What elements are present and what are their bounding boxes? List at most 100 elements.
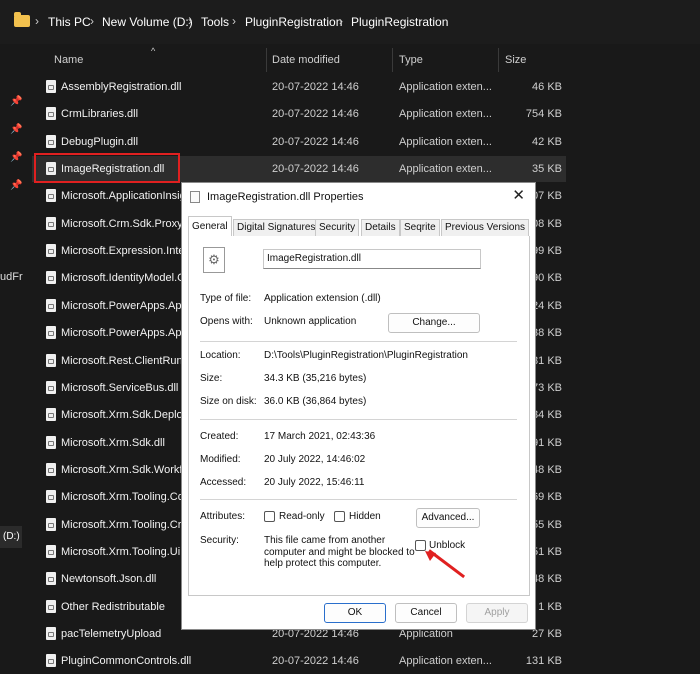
advanced-button[interactable]: Advanced... [416,508,480,528]
file-icon [46,271,56,285]
file-size: 42 KB [532,135,562,148]
nav-item-partial[interactable]: udFr [0,271,23,283]
column-date-modified[interactable]: Date modified [272,54,340,66]
file-icon [46,80,56,93]
type-of-file-label: Type of file: [200,293,252,304]
hidden-checkbox[interactable] [334,511,345,522]
file-icon [46,572,56,586]
apply-button[interactable]: Apply [466,603,528,623]
file-size: 48 KB [532,463,562,476]
file-row[interactable]: PluginCommonControls.dll 20-07-2022 14:46… [32,648,566,674]
file-name: CrmLibraries.dll [61,108,139,121]
filename-input[interactable]: ImageRegistration.dll [263,249,481,269]
opens-with-value: Unknown application [264,316,357,327]
file-name: Microsoft.Rest.ClientRunt [61,354,186,367]
file-icon [46,380,56,394]
read-only-checkbox[interactable] [264,511,275,522]
security-message-line-2: computer and might be blocked to [264,547,415,558]
modified-value: 20 July 2022, 14:46:02 [264,454,366,465]
file-size: 131 KB [525,655,562,668]
dialog-title: ImageRegistration.dll Properties [207,191,364,203]
annotation-highlight-box [34,153,180,183]
file-size: 46 KB [532,81,562,93]
chevron-right-icon: › [339,14,343,28]
tab-digital-signatures[interactable]: Digital Signatures [233,219,320,236]
file-date-modified: 20-07-2022 14:46 [272,655,359,668]
file-row[interactable]: DebugPlugin.dll 20-07-2022 14:46 Applicati… [32,129,566,155]
breadcrumb-this-pc[interactable]: This PC [48,15,91,29]
read-only-label[interactable]: Read-only [279,511,325,522]
column-divider[interactable] [266,48,267,72]
file-icon [46,490,56,504]
folder-icon [14,12,30,27]
file-icon [46,353,56,367]
column-type[interactable]: Type [399,54,423,66]
file-name: Microsoft.PowerApps.App [61,299,188,312]
location-label: Location: [200,350,241,361]
file-icon [46,627,56,640]
opens-with-label: Opens with: [200,316,253,327]
column-header-row: Name ^ Date modified Type Size [30,46,700,74]
tab-previous-versions[interactable]: Previous Versions [441,219,530,236]
tab-security[interactable]: Security [315,219,360,236]
column-divider[interactable] [498,48,499,72]
size-on-disk-label: Size on disk: [200,396,257,407]
file-icon [46,654,56,668]
file-name: PluginCommonControls.dll [61,655,192,668]
file-type: Application exten... [399,81,492,93]
file-size: 38 KB [532,327,562,340]
file-icon [46,408,56,422]
file-icon [46,326,56,340]
security-label: Security: [200,535,239,546]
column-size[interactable]: Size [505,54,526,66]
ok-button[interactable]: OK [324,603,386,623]
tab-general[interactable]: General [188,216,232,237]
breadcrumb-tools[interactable]: Tools [201,15,229,29]
file-name: Microsoft.ServiceBus.dll [61,381,179,394]
file-name: Microsoft.Xrm.Sdk.dll [61,436,165,449]
created-value: 17 March 2021, 02:43:36 [264,431,376,442]
file-size: 51 KB [532,545,562,558]
file-row[interactable]: AssemblyRegistration.dll 20-07-2022 14:46… [32,74,566,100]
size-on-disk-value: 36.0 KB (36,864 bytes) [264,396,367,407]
security-message-line-3: help protect this computer. [264,558,382,569]
column-name[interactable]: Name [54,54,83,66]
file-date-modified: 20-07-2022 14:46 [272,81,359,93]
address-bar[interactable]: › This PC › New Volume (D:) › Tools › Pl… [0,0,700,44]
file-type: Application exten... [399,108,492,121]
file-size: 754 KB [525,108,562,121]
unblock-label[interactable]: Unblock [429,540,465,551]
file-size: 24 KB [532,299,562,312]
tab-details[interactable]: Details [361,219,400,236]
file-size: 84 KB [532,409,562,422]
pin-icon: 📌 [10,96,23,107]
file-size: 81 KB [532,354,562,367]
unblock-checkbox[interactable] [415,540,426,551]
breadcrumb-plugin-registration-current[interactable]: PluginRegistration [351,15,448,29]
cancel-button[interactable]: Cancel [395,603,457,623]
security-message-line-1: This file came from another [264,535,386,546]
hidden-label[interactable]: Hidden [349,511,381,522]
nav-item-drive[interactable]: (D:) [0,526,22,548]
chevron-right-icon: › [232,14,236,28]
navigation-pane[interactable]: 📌 📌 📌 📌 [0,44,30,674]
tab-seqrite[interactable]: Seqrite [400,219,440,236]
file-icon [46,107,56,121]
breadcrumb-plugin-registration[interactable]: PluginRegistration [245,15,342,29]
file-name: Microsoft.Xrm.Tooling.Cr [61,518,182,531]
column-divider[interactable] [392,48,393,72]
file-type-icon: ⚙ [203,247,225,273]
modified-label: Modified: [200,454,241,465]
file-row[interactable]: CrmLibraries.dll 20-07-2022 14:46 Applicat… [32,101,566,127]
file-name: Microsoft.ApplicationInsig [61,190,186,203]
divider [200,499,517,500]
close-icon[interactable]: ✕ [512,186,525,204]
file-name: Microsoft.IdentityModel.C [61,272,186,285]
file-name: Microsoft.PowerApps.App [61,327,188,340]
attributes-label: Attributes: [200,511,246,522]
file-type: Application exten... [399,135,492,148]
change-button[interactable]: Change... [388,313,480,333]
file-name: Other Redistributable [61,600,165,613]
accessed-label: Accessed: [200,477,247,488]
breadcrumb-volume[interactable]: New Volume (D:) [102,15,193,29]
